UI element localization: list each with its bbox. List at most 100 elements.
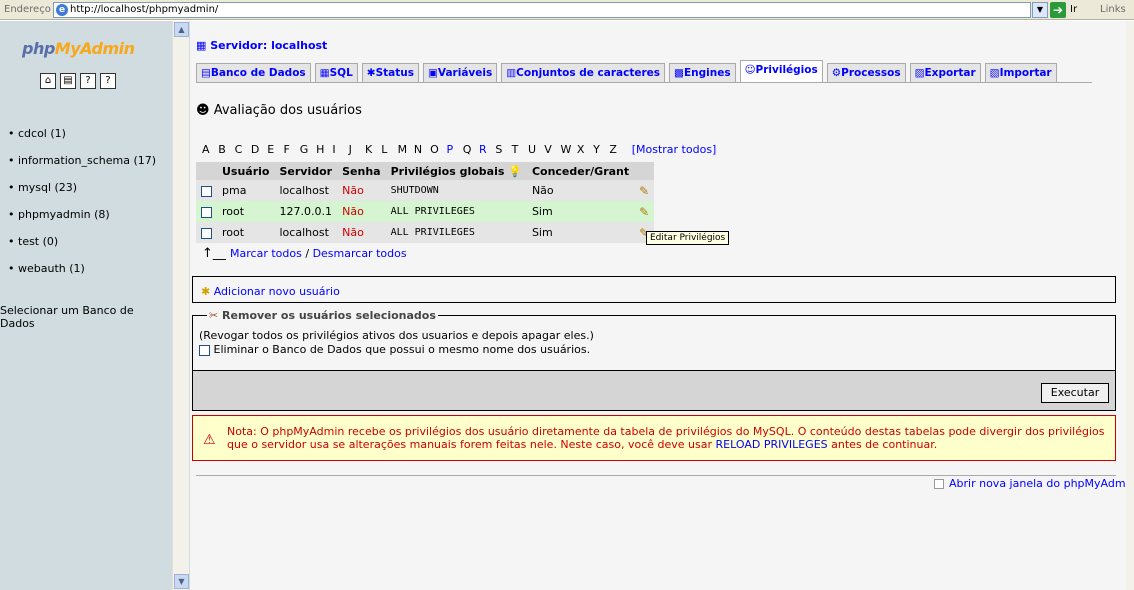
letter-link[interactable]: I [332,143,348,156]
sql-icon: ▦ [319,67,330,79]
home-icon[interactable]: ⌂ [40,73,56,89]
scroll-down-icon[interactable]: ▼ [174,574,189,589]
letter-link[interactable]: J [349,143,365,156]
help-icon[interactable]: ? [100,73,116,89]
database-item[interactable]: webauth (1) [8,262,156,289]
uncheck-all-link[interactable]: Desmarcar todos [313,247,407,260]
letter-link[interactable]: W [561,143,577,156]
cell-privileges: ALL PRIVILEGES [385,222,527,243]
letter-link[interactable]: N [414,143,430,156]
database-item[interactable]: mysql (23) [8,181,156,208]
database-item[interactable]: test (0) [8,235,156,262]
letter-link[interactable]: P [446,143,462,156]
warning-icon: ⚠ [203,432,216,448]
remove-users-legend: ✂ Remover os usuários selecionados [207,309,438,322]
divider [196,475,1116,476]
letter-link[interactable]: A [202,143,218,156]
show-all-link[interactable]: [Mostrar todos] [632,143,717,156]
documentation-icon[interactable]: ? [80,73,96,89]
export-icon: ▨ [914,67,925,79]
execute-button[interactable]: Executar [1041,383,1109,403]
import-icon: ▧ [989,67,1000,79]
letter-link[interactable]: B [218,143,234,156]
cell-host: localhost [274,180,338,201]
letter-link[interactable]: E [267,143,283,156]
letter-link[interactable]: Y [593,143,609,156]
tab-variables[interactable]: ▣Variáveis [423,63,498,82]
col-password: Senha [337,162,386,180]
letter-link[interactable]: L [381,143,397,156]
tab-status[interactable]: ✱Status [361,63,419,82]
remove-description: (Revogar todos os privilégios ativos dos… [199,329,594,342]
tab-privileges[interactable]: ☺Privilégios [739,60,823,82]
remove-users-fieldset: ✂ Remover os usuários selecionados (Revo… [192,309,1116,411]
tab-charsets[interactable]: ▥Conjuntos de caracteres [501,63,666,82]
letter-link[interactable]: R [479,143,495,156]
letter-link[interactable]: H [316,143,332,156]
links-label[interactable]: Links [1100,4,1126,15]
right-scrollbar[interactable] [1126,21,1134,590]
table-row: root localhost Não ALL PRIVILEGES Sim ✎ [196,222,655,243]
corner-arrow-icon: ↑__ [202,246,231,261]
drop-db-label[interactable]: Eliminar o Banco de Dados que possui o m… [214,343,591,356]
edit-privileges-icon[interactable]: ✎ [639,205,649,219]
url-dropdown-icon[interactable]: ▼ [1032,2,1048,18]
letter-link[interactable]: D [251,143,267,156]
server-icon: ▦ [196,39,211,52]
alphabet-filter: A B C D E F G H I J K L M N O P Q R S T … [202,143,716,156]
navigation-frame: phpMyAdmin ⌂ ▤ ? ? cdcol (1) information… [0,21,190,590]
ie-page-icon: e [56,4,68,16]
go-arrow-icon[interactable]: ➔ [1050,2,1066,18]
letter-link[interactable]: K [365,143,381,156]
database-item[interactable]: phpmyadmin (8) [8,208,156,235]
left-scrollbar[interactable]: ▲ ▼ [172,21,189,590]
scroll-up-icon[interactable]: ▲ [174,22,189,37]
tab-databases[interactable]: ▤Banco de Dados [196,63,311,82]
row-checkbox[interactable] [201,185,212,197]
letter-link[interactable]: O [430,143,446,156]
drop-db-checkbox[interactable] [199,344,210,356]
letter-link[interactable]: C [235,143,251,156]
privileges-icon: ☺ [744,64,756,76]
tab-processes[interactable]: ⚙Processos [826,63,906,82]
cell-grant: Sim [526,222,635,243]
letter-link[interactable]: T [512,143,528,156]
server-breadcrumb[interactable]: ▦ Servidor: localhost [196,39,327,52]
cell-host: localhost [274,222,338,243]
letter-link[interactable]: S [495,143,511,156]
row-checkbox[interactable] [201,227,212,239]
letter-link[interactable]: V [544,143,560,156]
privileges-note: ⚠ Nota: O phpMyAdmin recebe os privilégi… [192,415,1116,461]
url-input[interactable]: e http://localhost/phpmyadmin/ [53,2,1031,18]
letter-link[interactable]: Q [463,143,479,156]
sql-query-icon[interactable]: ▤ [60,73,76,89]
phpmyadmin-logo[interactable]: phpMyAdmin [22,39,135,58]
edit-privileges-icon[interactable]: ✎ [639,184,649,198]
tab-sql[interactable]: ▦SQL [314,63,358,82]
row-checkbox[interactable] [201,206,212,218]
add-user-link[interactable]: Adicionar novo usuário [214,285,340,298]
new-window-link[interactable]: Abrir nova janela do phpMyAdmin [934,477,1134,490]
go-button-label[interactable]: Ir [1070,4,1077,15]
tab-export[interactable]: ▨Exportar [909,63,981,82]
database-list: cdcol (1) information_schema (17) mysql … [8,127,156,289]
check-all-link[interactable]: Marcar todos [230,247,302,260]
col-user: Usuário [217,162,275,180]
database-item[interactable]: information_schema (17) [8,154,156,181]
tab-engines[interactable]: ▩Engines [669,63,736,82]
cell-privileges: SHUTDOWN [385,180,527,201]
reload-privileges-link[interactable]: RELOAD PRIVILEGES [716,438,828,451]
tab-import[interactable]: ▧Importar [984,63,1057,82]
cell-password: Não [337,180,386,201]
cell-grant: Sim [526,201,635,222]
letter-link[interactable]: Z [609,143,625,156]
letter-link[interactable]: G [300,143,316,156]
letter-link[interactable]: M [398,143,414,156]
letter-link[interactable]: U [528,143,544,156]
letter-link[interactable]: X [577,143,593,156]
address-label: Endereço [4,4,51,15]
database-item[interactable]: cdcol (1) [8,127,156,154]
drop-db-option: Eliminar o Banco de Dados que possui o m… [199,343,594,357]
separator: / [305,247,310,260]
letter-link[interactable]: F [283,143,299,156]
